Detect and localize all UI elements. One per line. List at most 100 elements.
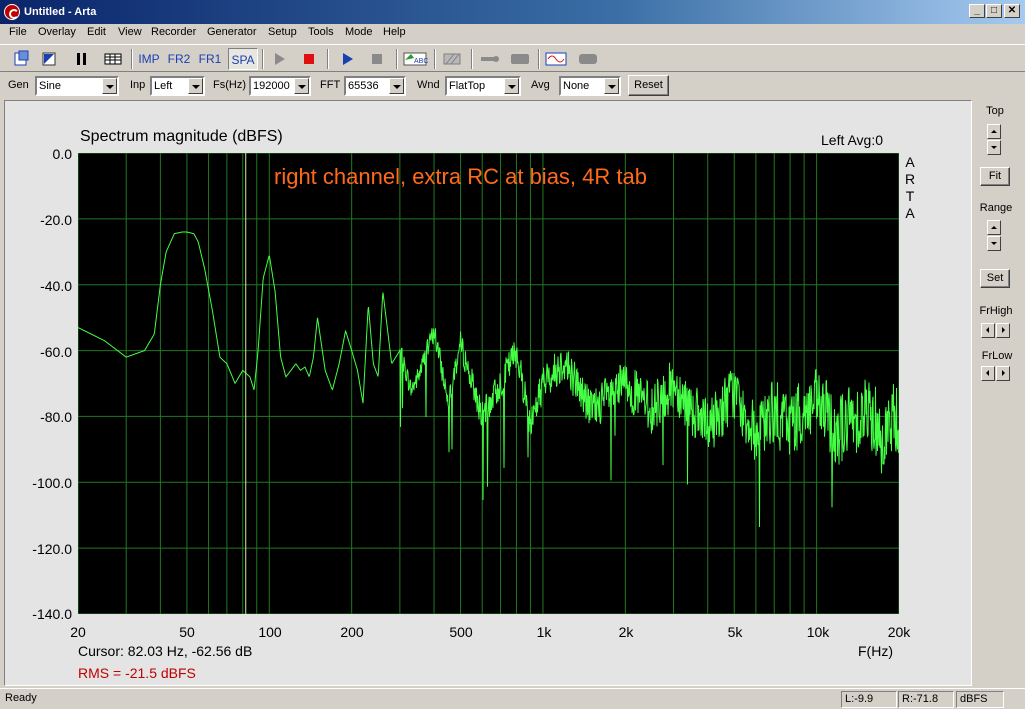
minimize-button[interactable]: _ bbox=[969, 4, 985, 18]
spectrum-svg[interactable] bbox=[77, 152, 900, 615]
chevron-down-icon[interactable] bbox=[188, 78, 203, 94]
toolbar-separator bbox=[396, 49, 398, 69]
toolbar-separator bbox=[327, 49, 329, 69]
menu-mode[interactable]: Mode bbox=[345, 26, 373, 38]
menu-bar: File Overlay Edit View Recorder Generato… bbox=[0, 24, 1025, 43]
y-tick-label: -140.0 bbox=[32, 606, 72, 622]
table-icon[interactable] bbox=[102, 48, 124, 70]
play-blue-icon[interactable] bbox=[336, 48, 358, 70]
mode-spa-button[interactable]: SPA bbox=[228, 48, 258, 70]
avg-select[interactable]: None bbox=[559, 76, 621, 96]
frhigh-right-button[interactable] bbox=[996, 323, 1010, 338]
chevron-down-icon[interactable] bbox=[389, 78, 404, 94]
avg-value: None bbox=[563, 80, 590, 92]
stop-icon[interactable] bbox=[366, 48, 388, 70]
y-tick-label: -80.0 bbox=[40, 409, 72, 425]
reset-button[interactable]: Reset bbox=[628, 75, 669, 96]
open-icon[interactable] bbox=[40, 48, 60, 70]
toolbar-separator bbox=[434, 49, 436, 69]
wrench-icon[interactable] bbox=[478, 48, 502, 70]
menu-view[interactable]: View bbox=[118, 26, 142, 38]
gray-icon[interactable] bbox=[508, 48, 532, 70]
range-up-button[interactable] bbox=[987, 220, 1001, 235]
mode-imp-button[interactable]: IMP bbox=[136, 48, 162, 70]
chevron-down-icon[interactable] bbox=[294, 78, 309, 94]
label-icon[interactable]: ABC bbox=[402, 48, 428, 70]
top-label: Top bbox=[986, 105, 1004, 117]
fft-select[interactable]: 65536 bbox=[344, 76, 406, 96]
mode-fr2-button[interactable]: FR2 bbox=[166, 48, 192, 70]
top-down-button[interactable] bbox=[987, 140, 1001, 155]
inp-select[interactable]: Left bbox=[150, 76, 205, 96]
x-tick-label: 10k bbox=[806, 624, 830, 640]
fft-label: FFT bbox=[320, 79, 341, 91]
gen-label: Gen bbox=[8, 79, 29, 91]
chevron-down-icon[interactable] bbox=[102, 78, 117, 94]
chevron-down-icon[interactable] bbox=[604, 78, 619, 94]
rms-readout: RMS = -21.5 dBFS bbox=[78, 665, 196, 681]
x-tick-label: 200 bbox=[340, 624, 364, 640]
signal-icon[interactable] bbox=[544, 48, 568, 70]
x-tick-label: 5k bbox=[727, 624, 743, 640]
frlow-right-button[interactable] bbox=[996, 366, 1010, 381]
new-icon[interactable] bbox=[12, 48, 32, 70]
frlow-left-button[interactable] bbox=[981, 366, 995, 381]
fft-value: 65536 bbox=[348, 80, 379, 92]
toolbar-separator bbox=[131, 49, 133, 69]
status-right-level: R:-71.8 bbox=[898, 691, 954, 708]
brand-letter: A bbox=[905, 154, 915, 170]
close-button[interactable]: ✕ bbox=[1004, 4, 1020, 18]
fit-button[interactable]: Fit bbox=[980, 167, 1010, 186]
record-icon[interactable] bbox=[298, 48, 320, 70]
y-tick-label: -100.0 bbox=[32, 475, 72, 491]
brand-letter: R bbox=[904, 171, 916, 187]
frhigh-left-button[interactable] bbox=[981, 323, 995, 338]
spectrum-plot[interactable] bbox=[77, 152, 900, 615]
pause-icon[interactable] bbox=[72, 48, 92, 70]
menu-file[interactable]: File bbox=[9, 26, 27, 38]
mode-fr1-button[interactable]: FR1 bbox=[196, 48, 224, 70]
maximize-button[interactable]: □ bbox=[986, 4, 1002, 18]
status-bar: Ready L:-9.9 R:-71.8 dBFS bbox=[0, 688, 1025, 709]
set-button[interactable]: Set bbox=[980, 269, 1010, 288]
frhigh-label: FrHigh bbox=[979, 305, 1013, 317]
toolbar: IMP FR2 FR1 SPA ABC bbox=[0, 44, 1025, 72]
arta-app-icon[interactable] bbox=[4, 4, 20, 20]
fs-select[interactable]: 192000 bbox=[249, 76, 311, 96]
gen-value: Sine bbox=[39, 80, 62, 92]
svg-text:ABC: ABC bbox=[414, 58, 428, 65]
chevron-down-icon[interactable] bbox=[504, 78, 519, 94]
arta-brand: A R T A bbox=[904, 154, 916, 222]
brand-letter: T bbox=[905, 188, 915, 204]
gen-select[interactable]: Sine bbox=[35, 76, 119, 96]
x-tick-label: 50 bbox=[179, 624, 195, 640]
hatch-icon[interactable] bbox=[440, 48, 464, 70]
menu-setup[interactable]: Setup bbox=[268, 26, 297, 38]
toolbar-separator bbox=[471, 49, 473, 69]
avg-label: Avg bbox=[531, 79, 550, 91]
menu-help[interactable]: Help bbox=[383, 26, 406, 38]
y-tick-label: -120.0 bbox=[32, 541, 72, 557]
play-icon[interactable] bbox=[268, 48, 290, 70]
y-tick-label: 0.0 bbox=[52, 146, 72, 162]
fs-value: 192000 bbox=[253, 80, 290, 92]
x-tick-label: 500 bbox=[449, 624, 473, 640]
range-down-button[interactable] bbox=[987, 236, 1001, 251]
wnd-select[interactable]: FlatTop bbox=[445, 76, 521, 96]
x-tick-label: 100 bbox=[258, 624, 282, 640]
frlow-label: FrLow bbox=[981, 350, 1013, 362]
x-tick-label: 20k bbox=[887, 624, 911, 640]
window-title: Untitled - Arta bbox=[24, 6, 97, 18]
menu-edit[interactable]: Edit bbox=[87, 26, 106, 38]
menu-generator[interactable]: Generator bbox=[207, 26, 257, 38]
menu-recorder[interactable]: Recorder bbox=[151, 26, 196, 38]
parameter-bar: Gen Sine Inp Left Fs(Hz) 192000 FFT 6553… bbox=[0, 73, 1025, 99]
menu-tools[interactable]: Tools bbox=[308, 26, 334, 38]
top-up-button[interactable] bbox=[987, 124, 1001, 139]
toolbar-separator bbox=[262, 49, 264, 69]
channel-info: Left Avg:0 bbox=[821, 132, 884, 148]
y-tick-label: -40.0 bbox=[40, 278, 72, 294]
plot-title: Spectrum magnitude (dBFS) bbox=[80, 128, 283, 145]
gray2-icon[interactable] bbox=[576, 48, 600, 70]
menu-overlay[interactable]: Overlay bbox=[38, 26, 76, 38]
